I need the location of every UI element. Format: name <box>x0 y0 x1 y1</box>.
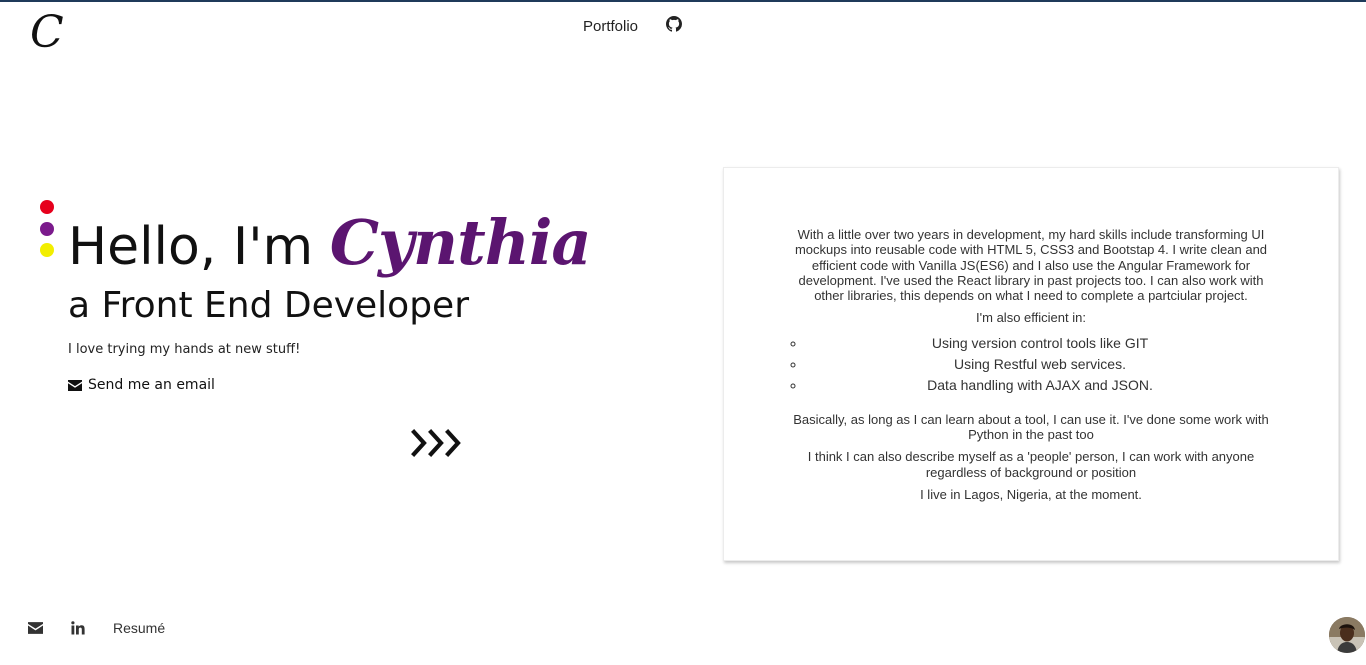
hero-name: Cynthia <box>329 206 592 279</box>
avatar[interactable] <box>1329 617 1365 653</box>
about-intro: With a little over two years in developm… <box>794 227 1268 304</box>
list-item: Using version control tools like GIT <box>806 333 1274 354</box>
github-link[interactable] <box>666 16 683 36</box>
site-logo[interactable]: C <box>30 8 70 58</box>
about-people: I think I can also describe myself as a … <box>807 449 1255 480</box>
envelope-icon <box>28 622 43 634</box>
github-icon <box>666 16 683 32</box>
purple-dot <box>40 221 54 236</box>
envelope-icon <box>68 379 82 391</box>
about-location: I live in Lagos, Nigeria, at the moment. <box>920 486 1142 502</box>
hero-greeting: Hello, I'm <box>68 217 330 277</box>
top-border <box>0 0 1366 2</box>
skills-list: Using version control tools like GIT Usi… <box>788 333 1274 396</box>
about-efficient-heading: I'm also efficient in: <box>976 310 1086 326</box>
avatar-image <box>1329 617 1365 653</box>
footer-email-link[interactable] <box>28 622 43 634</box>
linkedin-icon <box>71 621 85 635</box>
about-learn: Basically, as long as I can learn about … <box>793 411 1269 443</box>
nav-portfolio-link[interactable]: Portfolio <box>583 18 638 35</box>
list-item: Data handling with AJAX and JSON. <box>806 375 1274 396</box>
send-email-link[interactable]: Send me an email <box>68 377 215 393</box>
top-nav: Portfolio <box>583 14 683 38</box>
hero-title: Hello, I'm Cynthia <box>68 200 592 290</box>
red-dot <box>40 200 54 214</box>
about-card: With a little over two years in developm… <box>723 167 1339 561</box>
color-dots <box>40 200 54 265</box>
footer-linkedin-link[interactable] <box>71 621 85 635</box>
resume-link[interactable]: Resumé <box>113 620 165 636</box>
hero-subtitle: a Front End Developer <box>68 285 470 326</box>
hero-note: I love trying my hands at new stuff! <box>68 342 301 357</box>
footer-links: Resumé <box>28 620 165 636</box>
send-email-label: Send me an email <box>88 377 215 393</box>
list-item: Using Restful web services. <box>806 354 1274 375</box>
triple-chevron-right-icon[interactable] <box>409 428 465 458</box>
yellow-dot <box>40 243 54 257</box>
